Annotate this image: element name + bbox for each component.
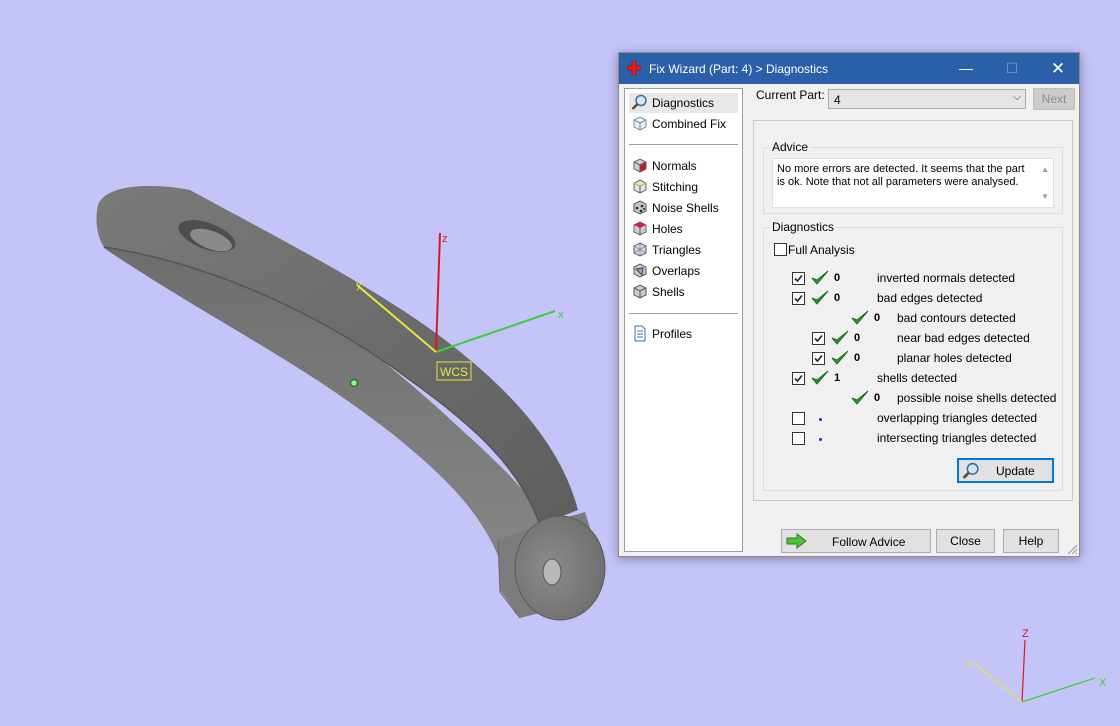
diagnostic-label: overlapping triangles detected	[877, 411, 1038, 425]
full-analysis-label: Full Analysis	[788, 243, 855, 257]
magnifier-icon	[962, 462, 979, 479]
diagnostic-checkbox[interactable]	[792, 372, 805, 385]
advice-title: Advice	[770, 140, 811, 154]
nav-item-normals[interactable]: Normals	[629, 156, 738, 176]
shells-cube-icon	[633, 284, 647, 299]
ok-check-icon	[851, 390, 869, 405]
full-analysis-checkbox[interactable]	[774, 243, 787, 256]
diagnostic-label: planar holes detected	[897, 351, 1012, 365]
maximize-button[interactable]: ☐	[989, 53, 1035, 84]
diagnostic-count: 0	[854, 332, 861, 344]
nav-item-shells[interactable]: Shells	[629, 282, 738, 302]
close-button[interactable]: Close	[936, 529, 995, 553]
diagnostic-checkbox[interactable]	[812, 332, 825, 345]
axis-z-label: z	[442, 233, 448, 245]
advice-group: Advice No more errors are detected. It s…	[763, 140, 1063, 214]
checkmark-icon	[794, 374, 803, 383]
cube-icon	[633, 116, 647, 131]
stitching-cube-icon	[633, 179, 647, 194]
diagnostic-label: shells detected	[877, 371, 958, 385]
current-part-label: Current Part:	[756, 88, 825, 102]
nav-item-combined-fix[interactable]: Combined Fix	[629, 114, 738, 134]
dialog-title: Fix Wizard (Part: 4) > Diagnostics	[649, 62, 829, 76]
diagnostics-title: Diagnostics	[770, 220, 837, 234]
update-label: Update	[996, 464, 1035, 478]
checkmark-icon	[814, 334, 823, 343]
pivot-marker	[349, 378, 359, 388]
scroll-up-icon[interactable]: ▲	[1041, 163, 1049, 176]
fix-nav-panel: Diagnostics Combined Fix Normals Stitchi…	[624, 88, 743, 552]
pending-dot-icon	[819, 418, 822, 421]
diagnostic-count: 0	[874, 312, 881, 324]
axis-y-label: y	[356, 279, 362, 291]
diagnostics-group: Diagnostics Full Analysis 0 inverted norm…	[763, 220, 1063, 491]
wcs-label: WCS	[440, 365, 468, 379]
corner-axis-z-label: Z	[1022, 628, 1029, 640]
red-cross-icon	[627, 61, 641, 75]
diagnostic-checkbox[interactable]	[792, 292, 805, 305]
nav-item-triangles[interactable]: Triangles	[629, 240, 738, 260]
document-icon	[634, 325, 646, 342]
ok-check-icon	[831, 330, 849, 345]
checkmark-icon	[814, 354, 823, 363]
diagnostic-checkbox[interactable]	[792, 272, 805, 285]
ok-check-icon	[851, 310, 869, 325]
diagnostic-count: 0	[834, 272, 841, 284]
nav-separator	[629, 144, 738, 145]
diagnostic-checkbox[interactable]	[792, 432, 805, 445]
diagnostic-label: near bad edges detected	[897, 331, 1030, 345]
arrow-right-icon	[786, 533, 807, 549]
diagnostic-checkbox[interactable]	[812, 352, 825, 365]
nav-item-holes[interactable]: Holes	[629, 219, 738, 239]
nav-separator	[629, 313, 738, 314]
dialog-titlebar[interactable]: Fix Wizard (Part: 4) > Diagnostics — ☐ ✕	[619, 53, 1079, 84]
diagnostic-count: 0	[874, 392, 881, 404]
noise-shells-icon	[633, 200, 647, 215]
help-button[interactable]: Help	[1003, 529, 1059, 553]
checkmark-icon	[794, 274, 803, 283]
magnifier-icon	[631, 94, 647, 110]
nav-item-stitching[interactable]: Stitching	[629, 177, 738, 197]
current-part-value: 4	[834, 93, 841, 107]
resize-grip-icon[interactable]	[1067, 544, 1078, 555]
diagnostic-label: intersecting triangles detected	[877, 431, 1037, 445]
ok-check-icon	[811, 290, 829, 305]
checkmark-icon	[794, 294, 803, 303]
follow-advice-label: Follow Advice	[832, 535, 906, 549]
nav-item-noise-shells[interactable]: Noise Shells	[629, 198, 738, 218]
diagnostic-checkbox[interactable]	[792, 412, 805, 425]
ok-check-icon	[831, 350, 849, 365]
minimize-button[interactable]: —	[943, 53, 989, 84]
fix-wizard-dialog: Fix Wizard (Part: 4) > Diagnostics — ☐ ✕…	[618, 52, 1080, 557]
diagnostic-count: 0	[854, 352, 861, 364]
diagnostic-count: 0	[834, 292, 841, 304]
diagnostic-label: bad contours detected	[897, 311, 1016, 325]
nav-item-profiles[interactable]: Profiles	[629, 324, 738, 344]
scroll-down-icon[interactable]: ▼	[1041, 190, 1049, 203]
close-window-button[interactable]: ✕	[1035, 53, 1081, 84]
triangles-cube-icon	[633, 242, 647, 257]
normals-cube-icon	[633, 158, 647, 173]
next-button[interactable]: Next	[1033, 88, 1075, 110]
diagnostics-panel: Advice No more errors are detected. It s…	[753, 120, 1073, 501]
corner-axis-y-label: Y	[966, 659, 974, 671]
ok-check-icon	[811, 270, 829, 285]
diagnostic-label: possible noise shells detected	[897, 391, 1057, 405]
nav-item-diagnostics[interactable]: Diagnostics	[629, 93, 738, 113]
diagnostic-count: 1	[834, 372, 841, 384]
follow-advice-button[interactable]: Follow Advice	[781, 529, 931, 553]
diagnostic-label: inverted normals detected	[877, 271, 1016, 285]
chevron-down-icon: ⌵	[1013, 92, 1021, 103]
ok-check-icon	[811, 370, 829, 385]
corner-axis-x-label: X	[1099, 677, 1107, 689]
axis-x-label: x	[558, 309, 564, 321]
update-button[interactable]: Update	[957, 458, 1054, 483]
nav-item-overlaps[interactable]: Overlaps	[629, 261, 738, 281]
advice-text: No more errors are detected. It seems th…	[772, 158, 1054, 208]
pending-dot-icon	[819, 438, 822, 441]
holes-cube-icon	[633, 221, 647, 236]
overlaps-cube-icon	[633, 263, 647, 278]
diagnostic-label: bad edges detected	[877, 291, 983, 305]
current-part-select[interactable]: 4 ⌵	[828, 89, 1026, 109]
